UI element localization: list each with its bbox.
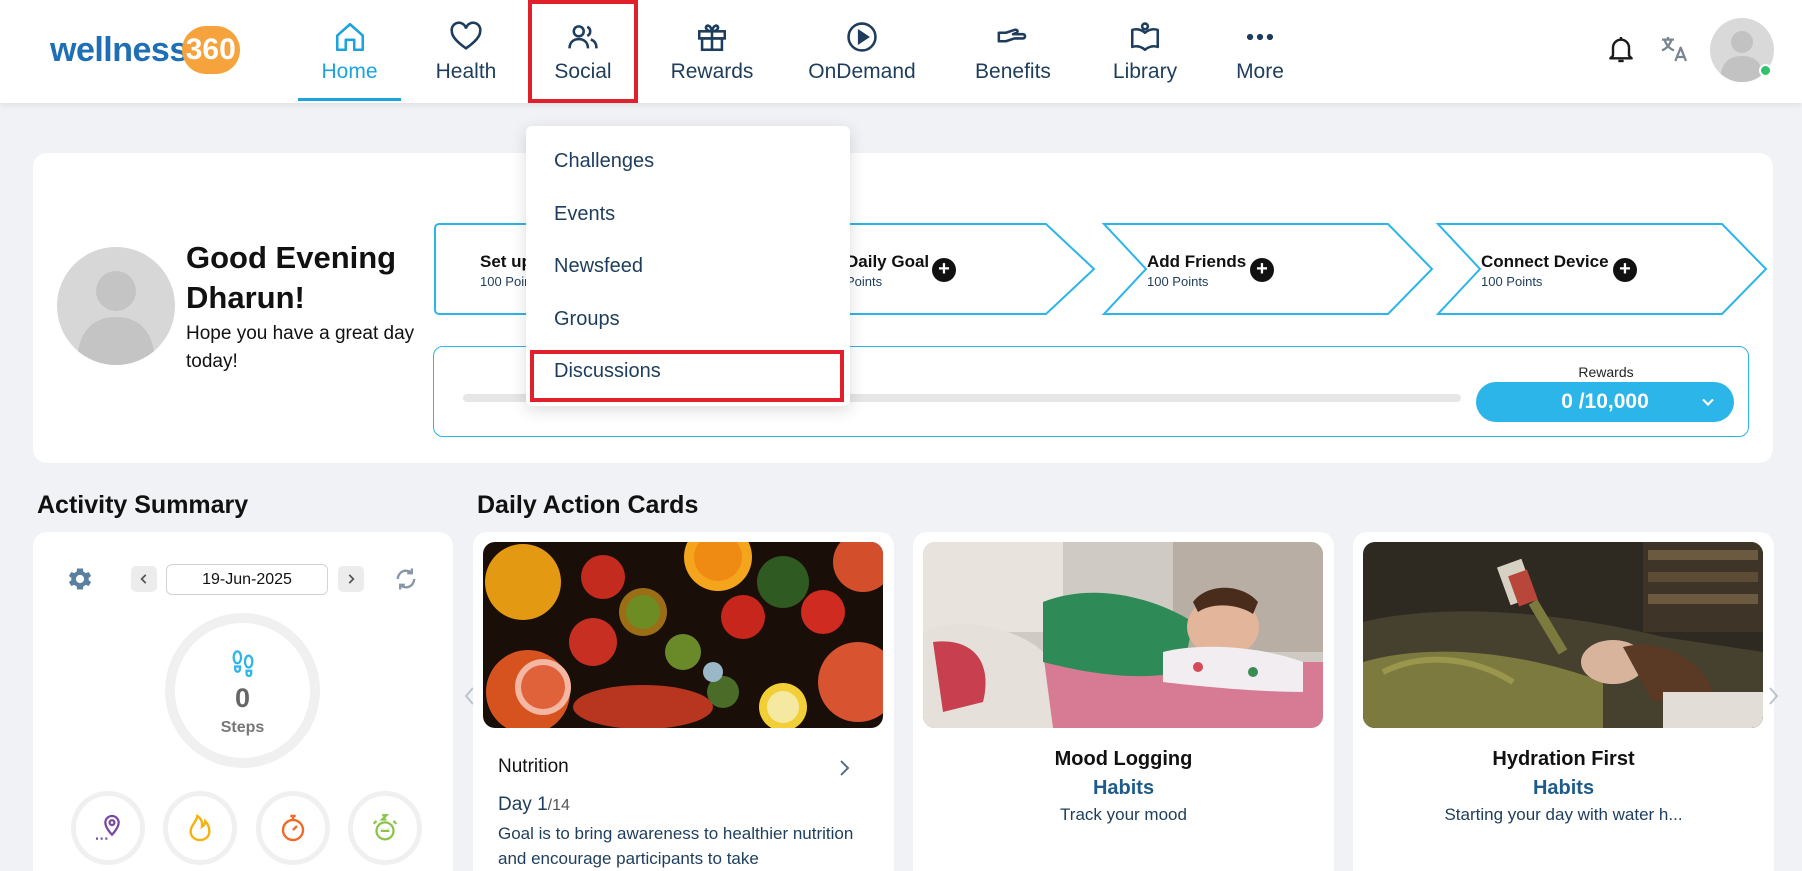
card-title: Hydration First <box>1492 748 1635 770</box>
nav-more-label: More <box>1236 59 1284 83</box>
onboarding-step-add-friends[interactable]: Add Friends 100 Points + <box>1102 222 1434 316</box>
chevron-right-icon <box>1769 687 1779 705</box>
menu-item-events[interactable]: Events <box>554 203 615 226</box>
step-points: 100 Points <box>1481 274 1543 289</box>
active-time-metric[interactable] <box>256 791 330 865</box>
nav-more[interactable]: More <box>1220 0 1300 103</box>
nav-benefits-label: Benefits <box>975 59 1051 83</box>
add-plus-icon[interactable]: + <box>932 258 956 282</box>
more-dots-icon <box>1246 33 1274 40</box>
stopwatch-icon <box>281 814 305 842</box>
nav-social-label: Social <box>554 59 612 83</box>
day-progress: Day 1/14 <box>498 794 570 816</box>
nutrition-image <box>483 542 883 728</box>
sleep-metric[interactable] <box>348 791 422 865</box>
sleep-icon <box>372 814 398 841</box>
discussions-highlight-box <box>530 350 844 402</box>
chevron-right-icon <box>348 574 355 584</box>
home-icon <box>335 22 364 51</box>
action-card-mood-logging[interactable]: Mood Logging Habits Track your mood <box>913 532 1334 871</box>
social-dropdown-menu: Challenges Events Newsfeed Groups Discus… <box>526 126 850 406</box>
gear-icon[interactable] <box>66 565 94 593</box>
menu-item-groups[interactable]: Groups <box>554 308 620 331</box>
wellness360-logo[interactable]: wellness 360 <box>50 22 240 78</box>
logo-word: wellness <box>50 30 188 69</box>
hydration-first-image <box>1363 542 1763 728</box>
rewards-dropdown[interactable]: 0 /10,000 <box>1476 382 1734 422</box>
rewards-label: Rewards <box>1578 364 1634 380</box>
gift-icon <box>697 23 727 51</box>
add-plus-icon[interactable]: + <box>1613 258 1637 282</box>
card-description: Track your mood <box>1060 805 1187 824</box>
nav-benefits[interactable]: Benefits <box>960 0 1066 103</box>
mood-logging-image <box>923 542 1323 728</box>
calories-metric[interactable] <box>163 791 237 865</box>
step-title: Connect Device <box>1481 252 1609 271</box>
flame-icon <box>189 814 211 842</box>
distance-metric[interactable] <box>71 791 145 865</box>
nav-home[interactable]: Home <box>298 0 401 103</box>
card-category: Habits <box>1092 777 1155 799</box>
user-avatar <box>57 247 175 365</box>
online-status-dot <box>1759 64 1772 77</box>
nav-health[interactable]: Health <box>420 0 512 103</box>
step-title: Set up <box>480 252 532 271</box>
chevron-down-icon <box>1702 398 1714 407</box>
chevron-left-icon <box>140 574 147 584</box>
greeting-title: Good Evening Dharun! <box>186 238 426 318</box>
translate-icon[interactable] <box>1655 30 1693 68</box>
day-total: /14 <box>547 797 570 814</box>
next-date-button[interactable] <box>338 566 364 592</box>
nav-ondemand[interactable]: OnDemand <box>776 0 948 103</box>
day-label: Day 1 <box>498 794 548 815</box>
menu-item-newsfeed[interactable]: Newsfeed <box>554 255 643 278</box>
steps-value: 0 <box>234 683 251 713</box>
rewards-value: 0 /10,000 <box>1561 390 1649 413</box>
carousel-next-button[interactable] <box>1766 685 1780 712</box>
chevron-right-icon[interactable] <box>836 758 852 783</box>
card-description: Starting your day with water h... <box>1444 805 1683 824</box>
nav-social[interactable]: Social <box>528 0 638 103</box>
greeting-line-2: Dharun! <box>186 280 305 315</box>
book-icon <box>1130 21 1160 51</box>
steps-label: Steps <box>220 719 265 736</box>
onboarding-step-connect-device[interactable]: Connect Device 100 Points + <box>1436 222 1768 316</box>
nav-library[interactable]: Library <box>1090 0 1200 103</box>
users-icon <box>568 24 598 48</box>
play-circle-icon <box>847 21 877 52</box>
greeting-line-1: Good Evening <box>186 240 397 275</box>
menu-item-challenges[interactable]: Challenges <box>554 150 654 173</box>
activity-summary-title: Activity Summary <box>37 491 249 519</box>
action-card-hydration-first[interactable]: Hydration First Habits Starting your day… <box>1353 532 1774 871</box>
card-title: Nutrition <box>498 756 569 777</box>
nav-rewards-label: Rewards <box>670 59 754 83</box>
date-picker[interactable]: 19-Jun-2025 <box>166 564 328 595</box>
bell-icon[interactable] <box>1602 30 1640 68</box>
card-title: Mood Logging <box>1054 748 1193 770</box>
card-category: Habits <box>1532 777 1595 799</box>
distance-icon <box>96 814 120 840</box>
add-plus-icon[interactable]: + <box>1250 258 1274 282</box>
hand-icon <box>997 28 1027 43</box>
card-description: Goal is to bring awareness to healthier … <box>498 824 854 868</box>
step-points: 100 Points <box>1147 274 1209 289</box>
step-title: Daily Goal <box>846 252 930 271</box>
nav-health-label: Health <box>435 59 497 83</box>
logo-number: 360 <box>181 26 240 74</box>
nav-home-label: Home <box>321 59 378 83</box>
action-card-nutrition[interactable]: Nutrition Day 1/14 Goal is to bring awar… <box>473 532 894 871</box>
daily-action-cards-title: Daily Action Cards <box>477 491 699 519</box>
nav-rewards[interactable]: Rewards <box>660 0 764 103</box>
step-title: Add Friends <box>1147 252 1247 271</box>
prev-date-button[interactable] <box>131 566 157 592</box>
heart-icon <box>450 20 482 50</box>
greeting-subtitle: Hope you have a great day today! <box>186 323 415 372</box>
nav-ondemand-label: OnDemand <box>808 59 916 83</box>
top-navigation-bar: wellness 360 Home Health Social Rewards … <box>0 0 1802 103</box>
nav-library-label: Library <box>1112 59 1178 83</box>
refresh-icon[interactable] <box>392 565 420 593</box>
footsteps-icon <box>226 646 260 680</box>
step-points: Points <box>846 274 883 289</box>
